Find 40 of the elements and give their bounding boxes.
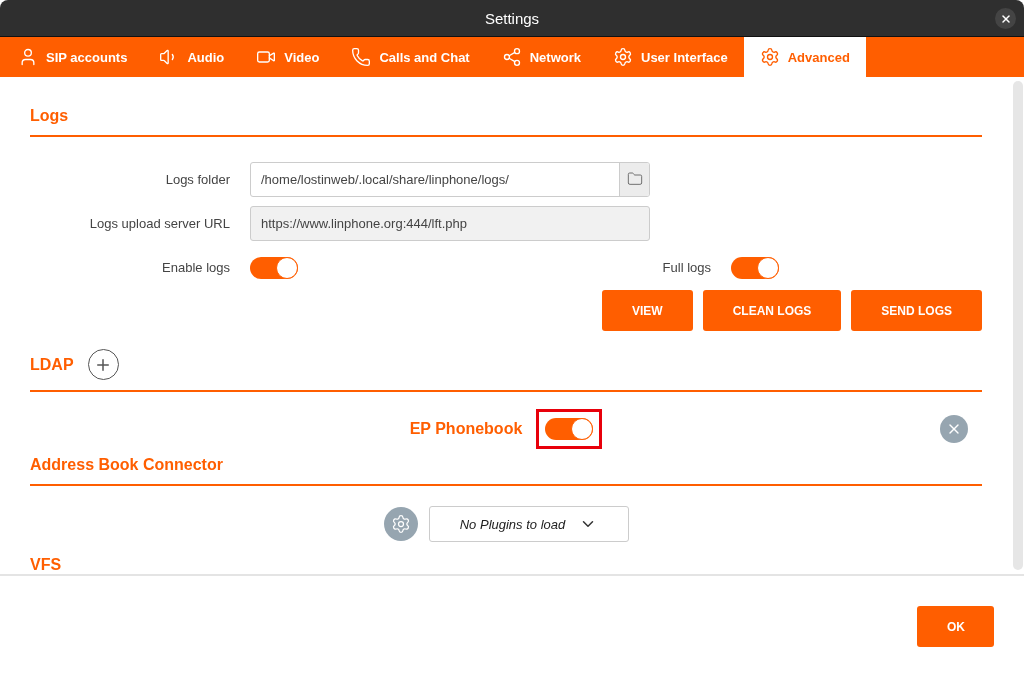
toggle-switch[interactable] <box>731 256 779 279</box>
scrollbar[interactable] <box>1013 81 1023 570</box>
close-icon <box>999 12 1012 25</box>
section-heading: LDAP <box>30 355 74 374</box>
remove-button[interactable] <box>940 415 968 443</box>
settings-tab[interactable]: Video <box>240 37 336 77</box>
ok-button[interactable]: OK <box>917 606 994 647</box>
field-label: Full logs <box>662 260 711 276</box>
gear-icon <box>390 514 411 534</box>
logs-button[interactable]: SEND LOGS <box>851 290 982 332</box>
add-button[interactable] <box>87 349 119 381</box>
settings-tab[interactable]: Audio <box>143 37 241 77</box>
phone-icon <box>351 47 372 67</box>
field-label: Enable logs <box>161 260 230 276</box>
toggle-switch[interactable] <box>250 256 298 279</box>
folder-button[interactable] <box>619 162 649 196</box>
gear-icon <box>613 47 633 67</box>
settings-tab[interactable]: SIP accounts <box>2 37 144 77</box>
ldap-server-name: EP Phonebook <box>409 420 523 438</box>
input-field[interactable]: /home/lostinweb/.local/share/linphone/logs/ <box>250 161 650 197</box>
logs-button[interactable]: CLEAN LOGS <box>702 290 842 332</box>
settings-button[interactable] <box>383 507 418 541</box>
folder-icon <box>626 171 643 188</box>
gear-icon <box>759 47 780 67</box>
field-label: Logs folder <box>164 171 230 187</box>
section-heading: VFS <box>30 556 62 573</box>
input-field[interactable]: https://www.linphone.org:444/lft.php <box>250 206 650 241</box>
plugin-dropdown[interactable]: No Plugins to load <box>428 506 629 542</box>
close-button[interactable] <box>995 8 1016 29</box>
settings-tab[interactable]: Advanced <box>743 37 866 77</box>
field-label: Logs upload server URL <box>88 216 230 231</box>
share-icon <box>501 47 522 67</box>
section-heading: Address Book Connector <box>30 456 223 474</box>
window-title: Settings <box>484 9 540 27</box>
settings-tab[interactable]: Calls and Chat <box>335 37 486 77</box>
settings-tab[interactable]: User Interface <box>597 37 744 77</box>
logs-button[interactable]: VIEW <box>601 290 693 332</box>
toggle-switch[interactable] <box>545 418 594 440</box>
section-heading: Logs <box>30 107 69 125</box>
settings-tab[interactable]: Network <box>485 37 597 77</box>
